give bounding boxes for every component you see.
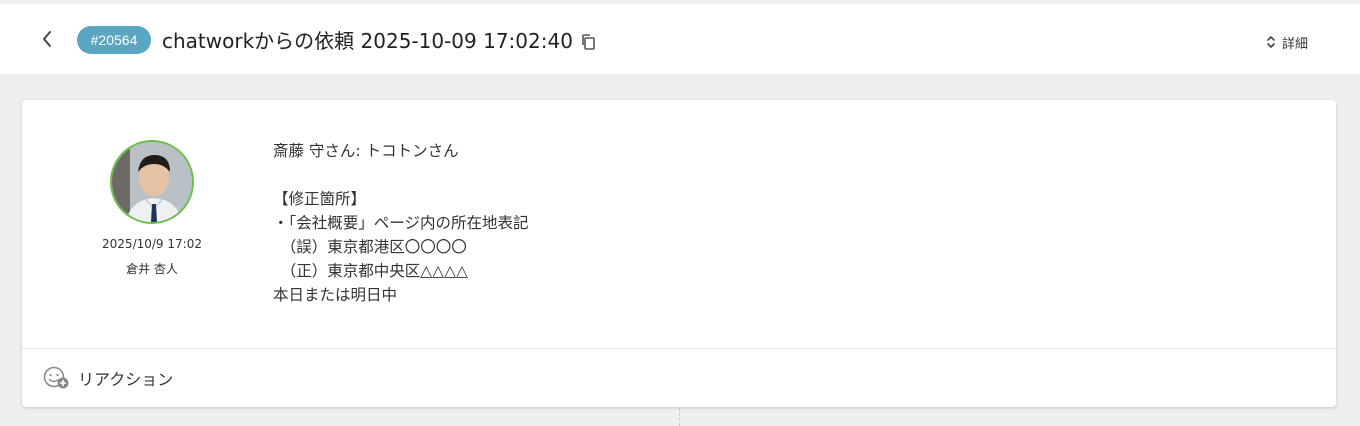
- back-button[interactable]: [34, 26, 60, 52]
- message-author: 倉井 杏人: [126, 262, 178, 276]
- page-title: chatworkからの依頼 2025-10-09 17:02:40: [162, 29, 573, 53]
- add-reaction-button[interactable]: リアクション: [42, 365, 173, 391]
- message-line: ・「会社概要」ページ内の所在地表記: [273, 214, 529, 232]
- copy-icon: [582, 34, 595, 50]
- ticket-number-badge: #20564: [77, 26, 151, 54]
- message-line: 【修正箇所】: [273, 190, 367, 208]
- message-timestamp: 2025/10/9 17:02: [102, 237, 202, 251]
- card-divider: [22, 348, 1336, 349]
- message-card: 2025/10/9 17:02 倉井 杏人 斎藤 守さん: トコトンさん 【修正…: [22, 100, 1336, 407]
- chevron-left-icon: [43, 31, 51, 47]
- message-line: （正）東京都中央区△△△△: [273, 262, 468, 280]
- copy-title-button[interactable]: [580, 33, 596, 51]
- message-line: [273, 163, 1173, 187]
- message-line: 斎藤 守さん: トコトンさん: [273, 142, 459, 160]
- message-line: （誤）東京都港区〇〇〇〇: [273, 238, 467, 256]
- message-line: 本日または明日中: [273, 286, 398, 304]
- thread-connector: [679, 408, 680, 426]
- avatar[interactable]: [110, 140, 194, 224]
- chevron-up-down-icon: [1267, 36, 1275, 48]
- reaction-label: リアクション: [78, 370, 174, 389]
- ticket-header: #20564 chatworkからの依頼 2025-10-09 17:02:40…: [0, 4, 1360, 74]
- details-toggle-button[interactable]: 詳細: [1266, 31, 1308, 53]
- user-photo-icon: [112, 142, 192, 222]
- details-label: 詳細: [1282, 36, 1309, 52]
- message-body: 斎藤 守さん: トコトンさん 【修正箇所】 ・「会社概要」ページ内の所在地表記 …: [273, 139, 1173, 307]
- add-reaction-icon: [43, 366, 69, 389]
